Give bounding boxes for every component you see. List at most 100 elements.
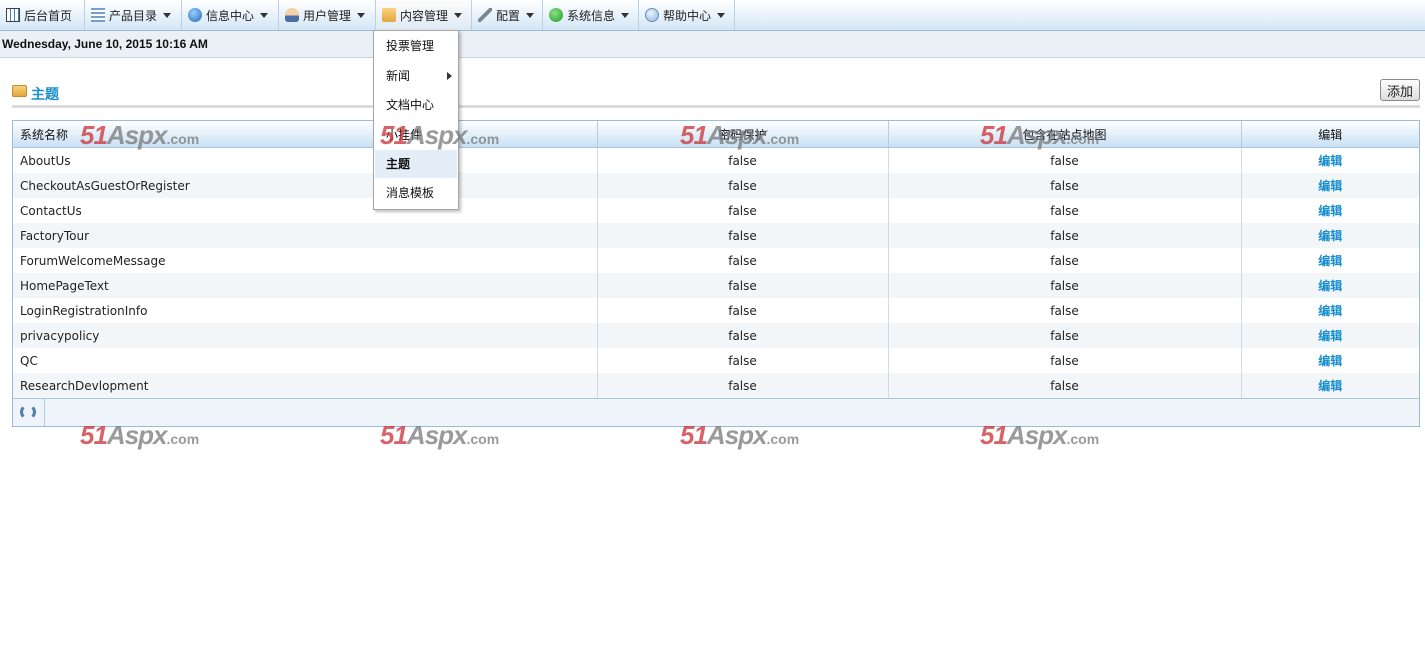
edit-link[interactable]: 编辑 xyxy=(1318,354,1342,368)
chevron-right-icon xyxy=(447,72,452,80)
menu-item-label: 主题 xyxy=(386,157,411,171)
column-header-system-name[interactable]: 系统名称 xyxy=(13,121,598,148)
cell-password-protected: false xyxy=(597,147,889,173)
table-row: QC false false 编辑 xyxy=(13,348,1419,373)
edit-link[interactable]: 编辑 xyxy=(1318,229,1342,243)
wrench-icon xyxy=(478,8,492,22)
cell-edit: 编辑 xyxy=(1241,323,1419,348)
cell-password-protected: false xyxy=(597,373,889,398)
info-icon xyxy=(188,8,202,22)
chevron-down-icon xyxy=(260,12,269,18)
edit-link[interactable]: 编辑 xyxy=(1318,179,1342,193)
table-row: CheckoutAsGuestOrRegister false false 编辑 xyxy=(13,173,1419,198)
cell-system-name: ForumWelcomeMessage xyxy=(13,248,598,273)
cell-password-protected: false xyxy=(597,173,889,198)
cell-system-name: CheckoutAsGuestOrRegister xyxy=(13,173,598,198)
menu-system-info-label: 系统信息 xyxy=(567,8,616,23)
cell-in-sitemap: false xyxy=(888,248,1242,273)
cell-edit: 编辑 xyxy=(1241,173,1419,198)
menu-item-label: 新闻 xyxy=(386,69,411,83)
menu-config[interactable]: 配置 xyxy=(472,0,543,30)
add-button[interactable]: 添加 xyxy=(1379,79,1420,101)
menu-help-center[interactable]: 帮助中心 xyxy=(639,0,735,30)
chevron-down-icon xyxy=(454,12,463,18)
cell-system-name: LoginRegistrationInfo xyxy=(13,298,598,323)
edit-link[interactable]: 编辑 xyxy=(1318,379,1342,393)
menu-item-label: 小挂件 xyxy=(386,128,423,142)
menu-item-label: 投票管理 xyxy=(386,39,435,53)
edit-link[interactable]: 编辑 xyxy=(1318,304,1342,318)
column-header-in-sitemap[interactable]: 包含在站点地图 xyxy=(888,121,1242,148)
edit-link[interactable]: 编辑 xyxy=(1318,329,1342,343)
menu-item-label: 文档中心 xyxy=(386,98,435,112)
menu-item-news[interactable]: 新闻 xyxy=(375,62,457,90)
page-title: 主题 xyxy=(31,87,59,103)
cell-system-name: FactoryTour xyxy=(13,223,598,248)
cell-edit: 编辑 xyxy=(1241,373,1419,398)
cell-edit: 编辑 xyxy=(1241,248,1419,273)
menu-item-document-center[interactable]: 文档中心 xyxy=(375,91,457,119)
menu-home[interactable]: 后台首页 xyxy=(0,0,85,30)
table-row: ContactUs false false 编辑 xyxy=(13,198,1419,223)
table-row: FactoryTour false false 编辑 xyxy=(13,223,1419,248)
menu-catalog[interactable]: 产品目录 xyxy=(85,0,182,30)
chevron-down-icon xyxy=(526,12,535,18)
menu-content-management-label: 内容管理 xyxy=(400,8,449,23)
cell-in-sitemap: false xyxy=(888,198,1242,223)
chevron-down-icon xyxy=(621,12,630,18)
menu-item-widgets[interactable]: 小挂件 xyxy=(375,121,457,149)
menu-content-management[interactable]: 内容管理 xyxy=(376,0,472,30)
cell-in-sitemap: false xyxy=(888,348,1242,373)
table-row: LoginRegistrationInfo false false 编辑 xyxy=(13,298,1419,323)
menu-home-label: 后台首页 xyxy=(24,8,73,23)
page-header: 主题 添加 xyxy=(12,79,1420,106)
cell-password-protected: false xyxy=(597,348,889,373)
cell-system-name: privacypolicy xyxy=(13,323,598,348)
menu-system-info[interactable]: 系统信息 xyxy=(543,0,639,30)
cell-edit: 编辑 xyxy=(1241,273,1419,298)
cell-password-protected: false xyxy=(597,298,889,323)
help-icon xyxy=(645,8,659,22)
cell-in-sitemap: false xyxy=(888,147,1242,173)
menu-user-management-label: 用户管理 xyxy=(303,8,352,23)
refresh-button[interactable] xyxy=(13,399,45,426)
status-icon xyxy=(549,8,563,22)
menu-item-topics[interactable]: 主题 xyxy=(375,150,457,178)
topics-table: 系统名称 密码保护 包含在站点地图 编辑 AboutUs false false… xyxy=(13,121,1419,398)
edit-link[interactable]: 编辑 xyxy=(1318,279,1342,293)
menu-item-message-templates[interactable]: 消息模板 xyxy=(375,179,457,207)
table-row: privacypolicy false false 编辑 xyxy=(13,323,1419,348)
cell-system-name: ContactUs xyxy=(13,198,598,223)
cell-edit: 编辑 xyxy=(1241,198,1419,223)
table-row: AboutUs false false 编辑 xyxy=(13,147,1419,174)
cell-in-sitemap: false xyxy=(888,273,1242,298)
edit-link[interactable]: 编辑 xyxy=(1318,154,1342,168)
edit-link[interactable]: 编辑 xyxy=(1318,204,1342,218)
header-divider xyxy=(12,105,1420,108)
user-icon xyxy=(285,8,299,22)
chevron-down-icon xyxy=(163,12,172,18)
cell-password-protected: false xyxy=(597,198,889,223)
cell-system-name: ResearchDevlopment xyxy=(13,373,598,398)
menu-info-center-label: 信息中心 xyxy=(206,8,255,23)
edit-link[interactable]: 编辑 xyxy=(1318,254,1342,268)
menu-catalog-label: 产品目录 xyxy=(109,8,158,23)
column-header-password-protected[interactable]: 密码保护 xyxy=(597,121,889,148)
table-row: ForumWelcomeMessage false false 编辑 xyxy=(13,248,1419,273)
cell-in-sitemap: false xyxy=(888,173,1242,198)
date-bar: Wednesday, June 10, 2015 10:16 AM xyxy=(0,31,1425,58)
menu-item-vote-management[interactable]: 投票管理 xyxy=(375,32,457,60)
table-row: HomePageText false false 编辑 xyxy=(13,273,1419,298)
folder-icon xyxy=(12,85,27,97)
menu-user-management[interactable]: 用户管理 xyxy=(279,0,376,30)
cell-in-sitemap: false xyxy=(888,373,1242,398)
cell-edit: 编辑 xyxy=(1241,298,1419,323)
menu-info-center[interactable]: 信息中心 xyxy=(182,0,279,30)
chevron-down-icon xyxy=(357,12,366,18)
chevron-down-icon xyxy=(717,12,726,18)
cell-edit: 编辑 xyxy=(1241,148,1419,174)
column-header-edit: 编辑 xyxy=(1241,121,1419,148)
table-header-row: 系统名称 密码保护 包含在站点地图 编辑 xyxy=(13,121,1419,148)
folder-icon xyxy=(382,8,396,22)
table-row: ResearchDevlopment false false 编辑 xyxy=(13,373,1419,398)
